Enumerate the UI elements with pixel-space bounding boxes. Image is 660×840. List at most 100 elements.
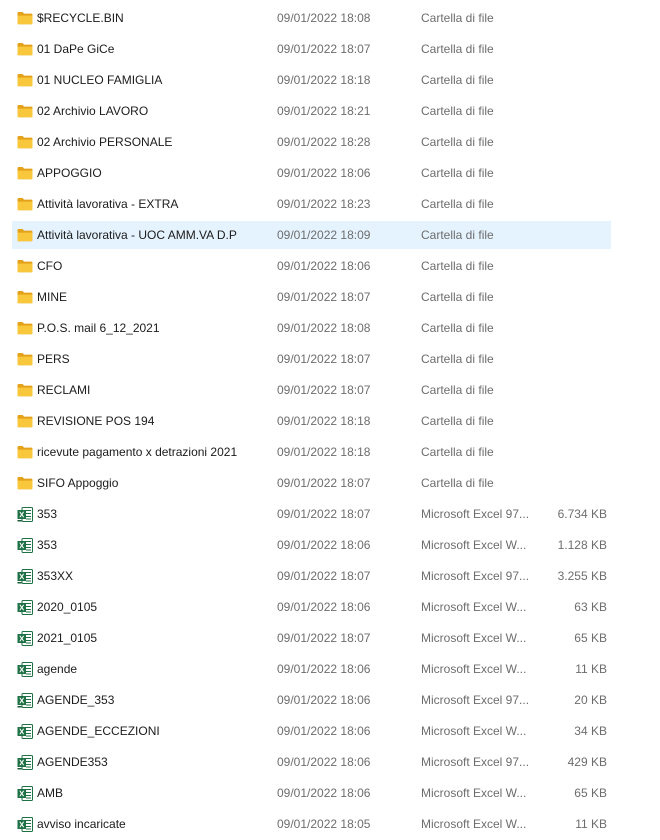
file-name: Attività lavorativa - EXTRA	[37, 197, 179, 211]
file-type: Cartella di file	[421, 73, 494, 87]
file-size	[530, 344, 607, 375]
excel-97-icon	[17, 561, 33, 592]
file-row[interactable]: AGENDE_353 09/01/2022 18:06 Microsoft Exce…	[0, 685, 660, 716]
file-name: MINE	[37, 290, 67, 304]
file-row[interactable]: AGENDE353 09/01/2022 18:06 Microsoft Excel…	[0, 747, 660, 778]
file-row[interactable]: Attività lavorativa - EXTRA 09/01/2022 18…	[0, 189, 660, 220]
file-size: 20 KB	[574, 693, 607, 707]
file-row[interactable]: ricevute pagamento x detrazioni 2021 09/0…	[0, 437, 660, 468]
file-row[interactable]: RECLAMI 09/01/2022 18:07 Cartella di file	[0, 375, 660, 406]
file-size: 3.255 KB	[557, 569, 607, 583]
file-name: 2021_0105	[37, 631, 98, 645]
file-name: AMB	[37, 786, 64, 800]
file-type: Microsoft Excel W...	[421, 662, 527, 676]
file-name: 01 DaPe GiCe	[37, 42, 115, 56]
file-row[interactable]: 02 Archivio PERSONALE 09/01/2022 18:28 Car…	[0, 127, 660, 158]
file-type: Cartella di file	[421, 476, 494, 490]
file-row[interactable]: CFO 09/01/2022 18:06 Cartella di file	[0, 251, 660, 282]
file-row[interactable]: P.O.S. mail 6_12_2021 09/01/2022 18:08 Car…	[0, 313, 660, 344]
excel-97-icon	[17, 685, 33, 716]
file-size: 1.128 KB	[557, 538, 607, 552]
file-row[interactable]: 353 09/01/2022 18:06 Microsoft Excel W... 1…	[0, 530, 660, 561]
file-date-modified: 09/01/2022 18:07	[277, 476, 371, 490]
folder-icon	[17, 127, 33, 158]
folder-icon	[17, 96, 33, 127]
file-row[interactable]: $RECYCLE.BIN 09/01/2022 18:08 Cartella di …	[0, 3, 660, 34]
folder-icon	[17, 375, 33, 406]
file-date-modified: 09/01/2022 18:08	[277, 321, 371, 335]
file-row[interactable]: avviso incaricate 09/01/2022 18:05 Microso…	[0, 809, 660, 840]
file-type: Cartella di file	[421, 352, 494, 366]
file-size: 63 KB	[574, 600, 607, 614]
file-row[interactable]: SIFO Appoggio 09/01/2022 18:07 Cartella di…	[0, 468, 660, 499]
file-date-modified: 09/01/2022 18:06	[277, 538, 371, 552]
file-row[interactable]: AMB 09/01/2022 18:06 Microsoft Excel W... 6…	[0, 778, 660, 809]
file-date-modified: 09/01/2022 18:07	[277, 631, 371, 645]
file-type: Cartella di file	[421, 259, 494, 273]
file-type: Microsoft Excel W...	[421, 786, 527, 800]
file-type: Microsoft Excel 97...	[421, 507, 529, 521]
file-name: 353XX	[37, 569, 74, 583]
file-name: 01 NUCLEO FAMIGLIA	[37, 73, 163, 87]
file-row[interactable]: AGENDE_ECCEZIONI 09/01/2022 18:06 Microsof…	[0, 716, 660, 747]
file-size: 65 KB	[574, 786, 607, 800]
file-name: SIFO Appoggio	[37, 476, 119, 490]
file-type: Cartella di file	[421, 290, 494, 304]
file-date-modified: 09/01/2022 18:06	[277, 662, 371, 676]
file-row[interactable]: APPOGGIO 09/01/2022 18:06 Cartella di file	[0, 158, 660, 189]
file-row[interactable]: 01 DaPe GiCe 09/01/2022 18:07 Cartella di …	[0, 34, 660, 65]
file-name: AGENDE353	[37, 755, 108, 769]
file-size: 65 KB	[574, 631, 607, 645]
excel-icon	[17, 778, 33, 809]
file-date-modified: 09/01/2022 18:07	[277, 290, 371, 304]
file-size	[530, 282, 607, 313]
file-row[interactable]: 353XX 09/01/2022 18:07 Microsoft Excel 97.…	[0, 561, 660, 592]
file-type: Cartella di file	[421, 135, 494, 149]
file-date-modified: 09/01/2022 18:05	[277, 817, 371, 831]
file-name: P.O.S. mail 6_12_2021	[37, 321, 160, 335]
file-row-selected[interactable]: Attività lavorativa - UOC AMM.VA D.P 09/0…	[0, 220, 660, 251]
file-row[interactable]: agende 09/01/2022 18:06 Microsoft Excel W.…	[0, 654, 660, 685]
file-list[interactable]: $RECYCLE.BIN 09/01/2022 18:08 Cartella di …	[0, 3, 660, 840]
file-type: Microsoft Excel W...	[421, 631, 527, 645]
file-type: Cartella di file	[421, 11, 494, 25]
file-size	[530, 158, 607, 189]
file-date-modified: 09/01/2022 18:28	[277, 135, 371, 149]
excel-97-icon	[17, 747, 33, 778]
file-size	[530, 437, 607, 468]
file-type: Cartella di file	[421, 383, 494, 397]
file-row[interactable]: PERS 09/01/2022 18:07 Cartella di file	[0, 344, 660, 375]
file-type: Cartella di file	[421, 42, 494, 56]
file-name: AGENDE_ECCEZIONI	[37, 724, 160, 738]
file-row[interactable]: MINE 09/01/2022 18:07 Cartella di file	[0, 282, 660, 313]
file-date-modified: 09/01/2022 18:08	[277, 11, 371, 25]
folder-icon	[17, 282, 33, 313]
file-type: Cartella di file	[421, 445, 494, 459]
excel-icon	[17, 592, 33, 623]
file-date-modified: 09/01/2022 18:06	[277, 600, 371, 614]
file-type: Microsoft Excel 97...	[421, 569, 529, 583]
file-date-modified: 09/01/2022 18:07	[277, 569, 371, 583]
file-name: agende	[37, 662, 78, 676]
file-name: 353	[37, 538, 58, 552]
file-type: Microsoft Excel W...	[421, 724, 527, 738]
file-size	[530, 406, 607, 437]
file-name: Attività lavorativa - UOC AMM.VA D.P	[37, 228, 237, 242]
file-date-modified: 09/01/2022 18:06	[277, 755, 371, 769]
folder-icon	[17, 313, 33, 344]
excel-icon	[17, 716, 33, 747]
file-size	[530, 313, 607, 344]
file-type: Microsoft Excel 97...	[421, 693, 529, 707]
file-row[interactable]: 353 09/01/2022 18:07 Microsoft Excel 97...…	[0, 499, 660, 530]
file-size	[530, 34, 607, 65]
file-row[interactable]: 2021_0105 09/01/2022 18:07 Microsoft Excel…	[0, 623, 660, 654]
file-row[interactable]: 01 NUCLEO FAMIGLIA 09/01/2022 18:18 Cartel…	[0, 65, 660, 96]
file-date-modified: 09/01/2022 18:18	[277, 414, 371, 428]
excel-icon	[17, 623, 33, 654]
file-name: 2020_0105	[37, 600, 98, 614]
file-row[interactable]: 2020_0105 09/01/2022 18:06 Microsoft Excel…	[0, 592, 660, 623]
file-row[interactable]: REVISIONE POS 194 09/01/2022 18:18 Cartell…	[0, 406, 660, 437]
file-row[interactable]: 02 Archivio LAVORO 09/01/2022 18:21 Cartel…	[0, 96, 660, 127]
file-size: 34 KB	[574, 724, 607, 738]
file-name: avviso incaricate	[37, 817, 126, 831]
